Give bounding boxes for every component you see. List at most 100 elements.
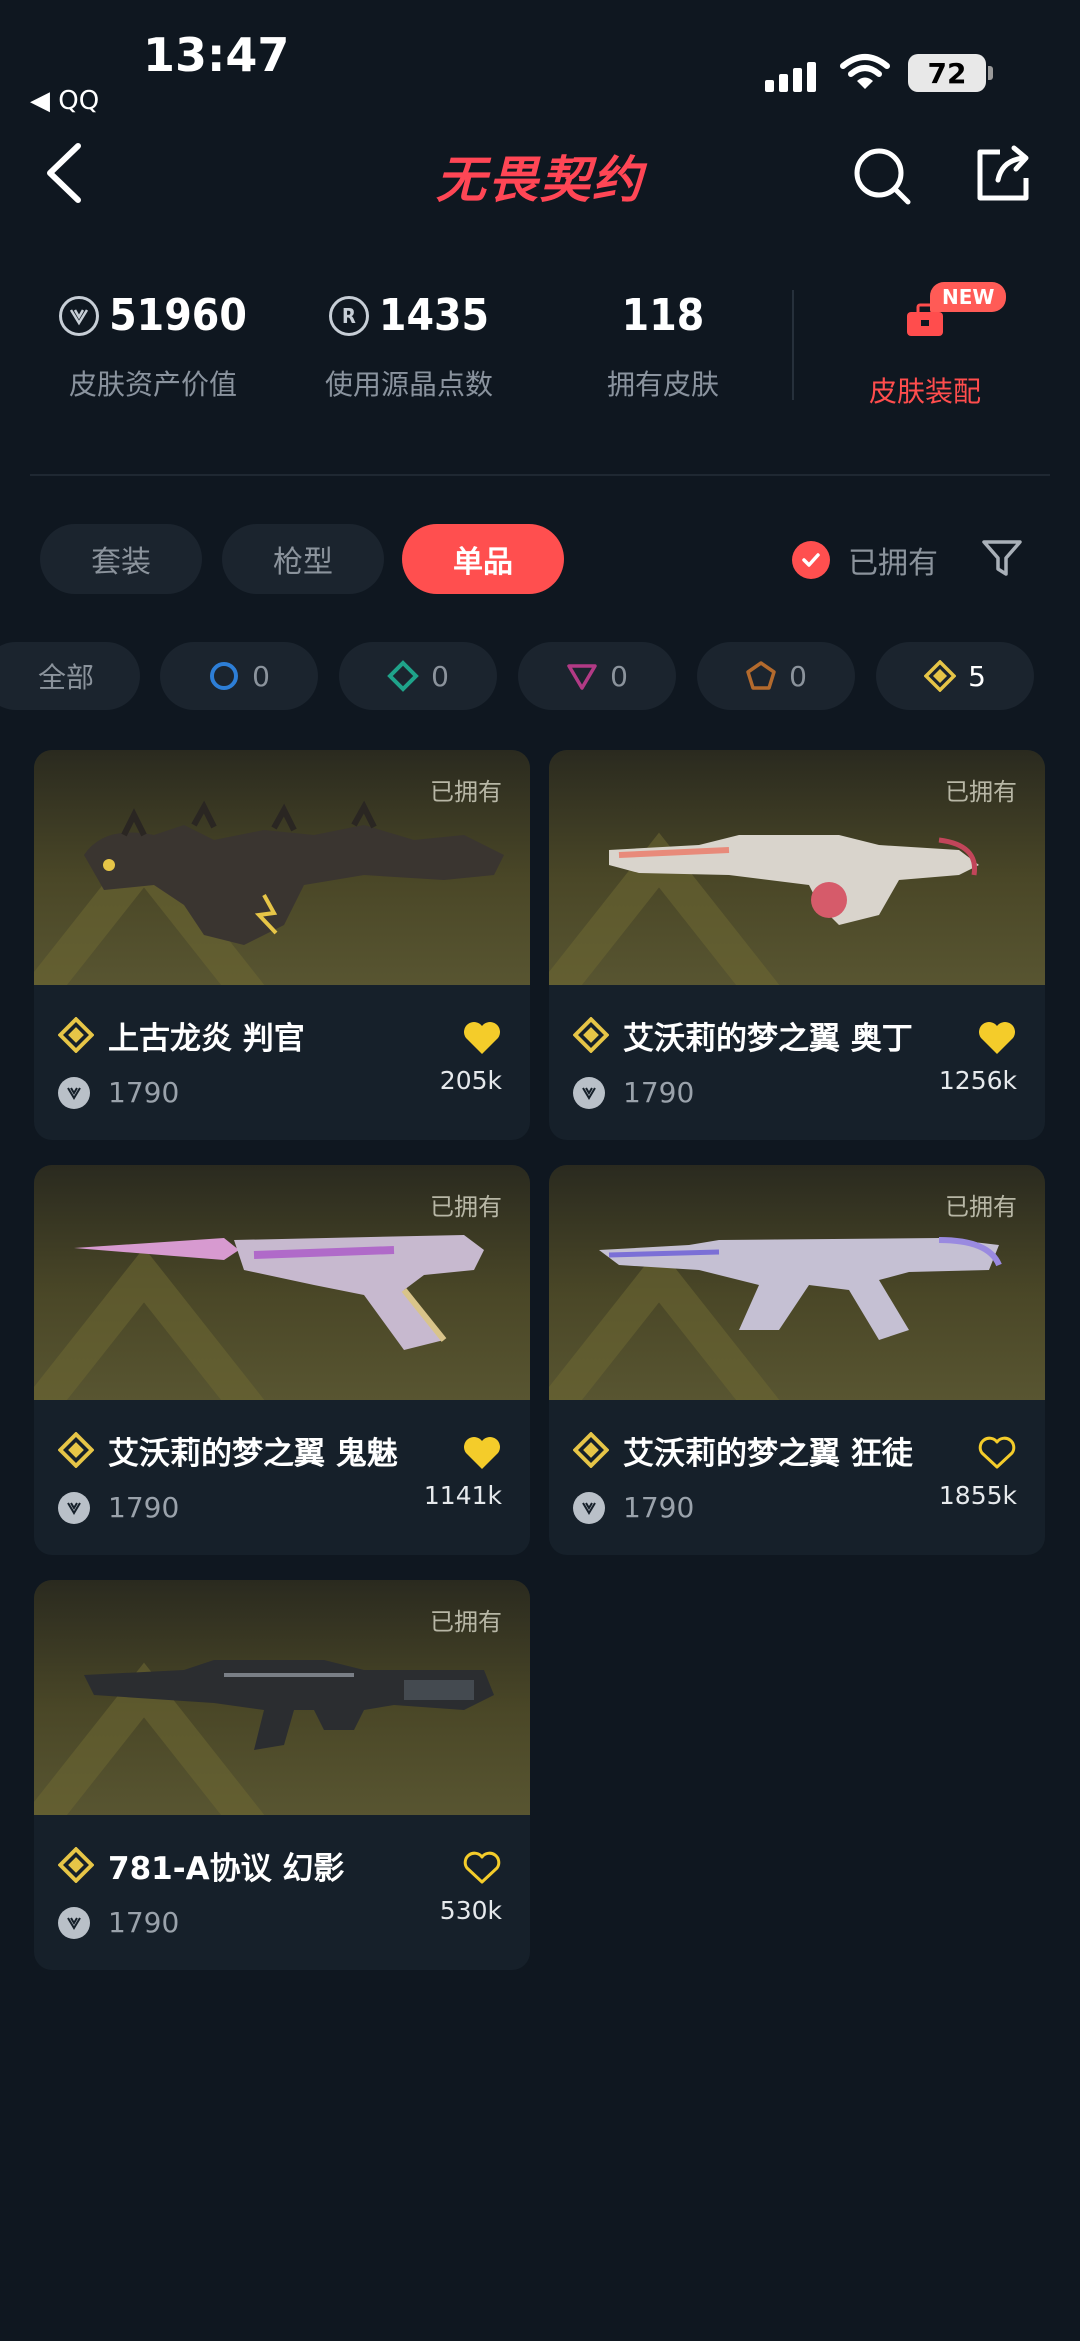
tab-suit[interactable]: 套装 [40,524,202,594]
ultra-tier-icon [746,661,776,690]
exclusive-tier-icon [58,1847,94,1883]
owned-filter-label: 已拥有 [848,546,938,581]
skin-name-text: 781-A协议 幻影 [108,1850,345,1887]
stat-owned-skins: 118 拥有皮肤 [538,290,788,403]
page-title: 无畏契约 [436,151,644,209]
stat-radianite: R 1435 使用源晶点数 [284,290,534,403]
vp-icon [573,1076,605,1109]
chip-count: 0 [431,659,449,693]
tab-gun-type[interactable]: 枪型 [222,524,384,594]
heart-filled-icon[interactable] [977,1020,1017,1056]
skin-price-value: 1790 [623,1491,695,1524]
search-button[interactable] [850,144,914,208]
skin-price: 1790 [58,1906,179,1939]
chip-tier-deluxe[interactable]: 0 [339,642,497,710]
skin-name: 上古龙炎 判官 [58,1015,305,1057]
heart-filled-icon[interactable] [462,1435,502,1471]
wifi-icon [840,54,890,89]
checkbox-checked-icon [792,541,830,579]
battery-icon: 72 [908,54,993,92]
divider [792,290,794,400]
skin-image: 已拥有 [34,1165,530,1400]
radianite-icon: R [328,295,369,336]
exclusive-tier-icon [573,1432,609,1468]
divider [30,474,1050,476]
exclusive-tier-icon [58,1017,94,1053]
heart-filled-icon[interactable] [462,1020,502,1056]
chip-count: 0 [610,659,628,693]
back-to-app-link[interactable]: ◀ QQ [30,86,99,116]
skin-equip-label: 皮肤装配 [868,375,981,408]
filter-icon[interactable] [980,536,1024,580]
chip-tier-premium[interactable]: 0 [518,642,676,710]
skin-name-text: 艾沃莉的梦之翼 狂徒 [623,1435,913,1472]
exclusive-tier-icon [58,1432,94,1468]
stat-value: 1435 [378,290,490,341]
chip-count: 5 [968,659,986,693]
status-bar: 13:47 ◀ QQ 72 [0,0,1080,120]
skin-name: 艾沃莉的梦之翼 鬼魅 [58,1430,398,1472]
vp-icon [58,1491,90,1524]
likes-count: 530k [439,1896,502,1925]
skin-price-value: 1790 [108,1491,180,1524]
chip-tier-ultra[interactable]: 0 [697,642,855,710]
skin-image: 已拥有 [549,750,1045,985]
clock: 13:47 [143,28,290,82]
select-tier-icon [210,662,239,690]
skin-price-value: 1790 [108,1076,180,1109]
skin-card[interactable]: 已拥有 上古龙炎 判官 1790 205k [34,750,530,1140]
vp-icon [573,1491,605,1524]
owned-tag: 已拥有 [945,778,1017,806]
skin-card[interactable]: 已拥有 艾沃莉的梦之翼 狂徒 1790 1855k [549,1165,1045,1555]
heart-outline-icon[interactable] [462,1850,502,1886]
tier-filter-row: 全部 0 0 0 0 5 [0,642,1080,712]
exclusive-tier-icon [573,1017,609,1053]
likes-count: 1141k [423,1481,502,1510]
likes-count: 205k [439,1066,502,1095]
chip-count: 0 [789,659,807,693]
odin-dreamwings-skin-icon [609,835,979,925]
vp-icon [58,1076,90,1109]
owned-tag: 已拥有 [430,778,502,806]
tab-single-item[interactable]: 单品 [402,524,564,594]
owned-tag: 已拥有 [945,1193,1017,1221]
chip-tier-exclusive[interactable]: 5 [876,642,1034,710]
chip-label: 全部 [38,661,95,694]
skin-price: 1790 [573,1076,694,1109]
tab-bar: 套装 枪型 单品 已拥有 [0,524,1080,596]
new-badge: NEW [930,282,1007,312]
share-button[interactable] [970,142,1034,206]
judge-dragon-skin-icon [84,800,504,945]
likes-count: 1256k [938,1066,1017,1095]
skin-name-text: 上古龙炎 判官 [108,1020,305,1057]
owned-filter-toggle[interactable]: 已拥有 [792,538,938,582]
header: 无畏契约 [0,120,1080,230]
likes-count: 1855k [938,1481,1017,1510]
skin-name-text: 艾沃莉的梦之翼 奥丁 [623,1020,913,1057]
vp-icon [58,1906,90,1939]
skin-equip-button[interactable]: 皮肤装配 NEW [830,282,1020,410]
skin-name-text: 艾沃莉的梦之翼 鬼魅 [108,1435,398,1472]
ghost-dreamwings-skin-icon [74,1235,484,1350]
vandal-dreamwings-skin-icon [599,1237,1002,1340]
skin-image: 已拥有 [34,1580,530,1815]
skin-image: 已拥有 [549,1165,1045,1400]
heart-outline-icon[interactable] [977,1435,1017,1471]
stat-label: 拥有皮肤 [606,368,719,401]
skin-price: 1790 [58,1491,179,1524]
premium-tier-icon [567,664,597,690]
skin-name: 艾沃莉的梦之翼 狂徒 [573,1430,913,1472]
chip-tier-select[interactable]: 0 [160,642,318,710]
signal-icon [765,58,821,92]
skin-card[interactable]: 已拥有 艾沃莉的梦之翼 鬼魅 1790 1141k [34,1165,530,1555]
stats-panel: 51960 皮肤资产价值 R 1435 使用源晶点数 118 拥有皮肤 皮肤装配… [0,270,1080,440]
skin-card[interactable]: 已拥有 艾沃莉的梦之翼 奥丁 1790 1256k [549,750,1045,1140]
skin-price-value: 1790 [108,1906,180,1939]
chip-all[interactable]: 全部 [0,642,140,710]
stat-asset-value: 51960 皮肤资产价值 [28,290,278,403]
stat-value: 51960 [109,290,247,341]
skin-card[interactable]: 已拥有 781-A协议 幻影 1790 530k [34,1580,530,1970]
chip-count: 0 [252,659,270,693]
owned-tag: 已拥有 [430,1193,502,1221]
owned-tag: 已拥有 [430,1608,502,1636]
